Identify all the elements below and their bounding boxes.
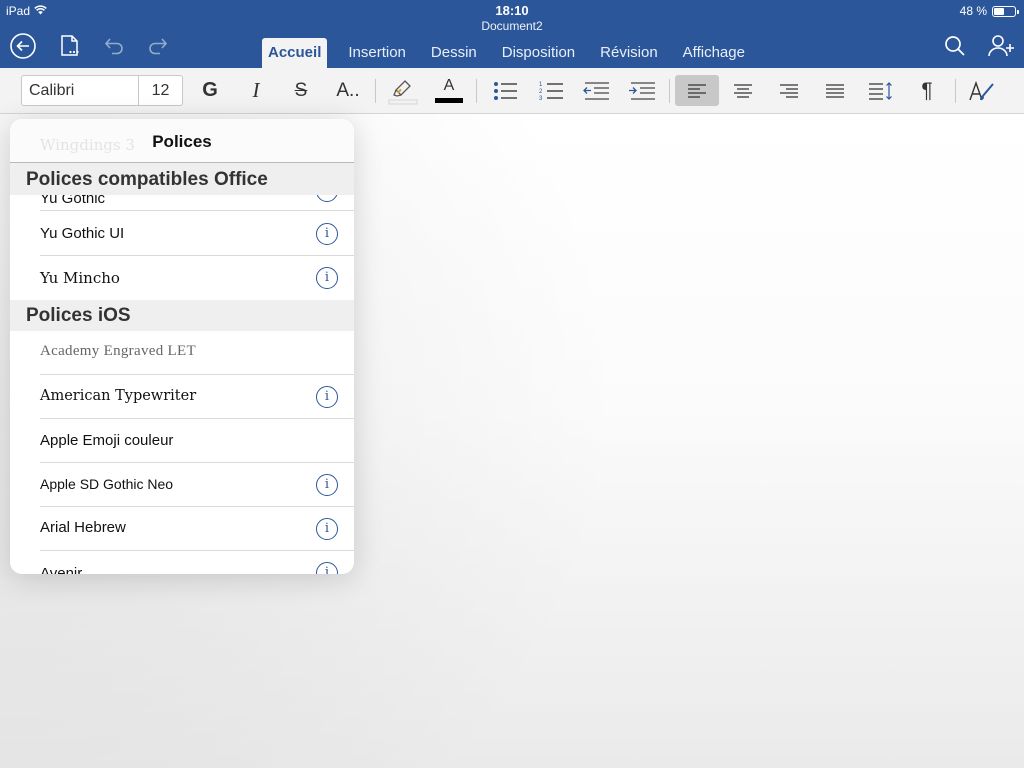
align-right-icon [780, 83, 798, 98]
section-header-office: Polices compatibles Office [10, 163, 354, 195]
indent-icon [629, 81, 655, 100]
section-title: Polices compatibles Office [26, 169, 268, 190]
font-name: Yu Gothic [40, 194, 106, 207]
line-spacing-icon [869, 81, 892, 100]
show-formatting-button[interactable]: ¶ [907, 75, 947, 106]
status-time: 18:10 [495, 3, 529, 18]
font-name-field[interactable]: Calibri [22, 76, 139, 105]
ribbon-divider [375, 79, 376, 103]
font-name: Apple Emoji couleur [40, 432, 174, 449]
font-name: Yu Gothic UI [40, 225, 125, 242]
outdent-icon [583, 81, 609, 100]
tab-insertion[interactable]: Insertion [336, 38, 418, 68]
redo-button[interactable] [146, 34, 170, 58]
tab-affichage[interactable]: Affichage [671, 38, 757, 68]
tab-dessin[interactable]: Dessin [419, 38, 489, 68]
popover-title: Polices [152, 132, 212, 151]
align-left-icon [688, 83, 706, 98]
tab-accueil[interactable]: Accueil [262, 38, 328, 68]
svg-text:3: 3 [539, 96, 543, 102]
justify-icon [826, 83, 844, 98]
undo-button[interactable] [102, 34, 126, 58]
styles-brush-icon [969, 80, 994, 100]
battery-fill [994, 7, 1004, 15]
file-icon [61, 35, 79, 56]
info-icon[interactable]: i [316, 223, 338, 245]
ribbon-tabs: Accueil Insertion Dessin Disposition Rév… [262, 38, 758, 68]
back-button[interactable] [9, 32, 37, 60]
font-name: Academy Engraved LET [40, 343, 196, 359]
info-icon[interactable]: i [316, 386, 338, 408]
document-title: Document2 [481, 19, 543, 33]
highlight-button[interactable] [383, 75, 423, 106]
align-center-button[interactable] [723, 75, 763, 106]
font-row-arial-hebrew[interactable]: Arial Hebrew i [40, 507, 354, 551]
svg-text:1: 1 [539, 82, 543, 88]
tab-revision[interactable]: Révision [588, 38, 670, 68]
align-left-button[interactable] [675, 75, 719, 106]
font-name: Arial Hebrew [40, 519, 126, 536]
info-icon[interactable]: i [316, 518, 338, 540]
search-icon [945, 36, 965, 56]
font-size-field[interactable]: 12 [139, 76, 182, 105]
back-arrow-icon [10, 33, 36, 59]
info-icon[interactable]: i [316, 562, 338, 574]
font-color-letter: A [443, 77, 455, 94]
numbered-list-icon: 123 [539, 82, 563, 102]
font-row-yu-mincho[interactable]: Yu Mincho i [40, 256, 354, 300]
section-title: Polices iOS [26, 305, 131, 326]
search-button[interactable] [943, 34, 967, 58]
font-row-academy-engraved[interactable]: Academy Engraved LET [40, 331, 354, 375]
add-person-icon [988, 35, 1014, 57]
bold-button[interactable]: G [190, 75, 230, 106]
font-name: Avenir [40, 565, 83, 574]
font-name: American Typewriter [40, 388, 197, 404]
font-row-avenir[interactable]: Avenir i [40, 551, 354, 574]
svg-text:2: 2 [539, 89, 543, 95]
italic-button[interactable]: I [236, 75, 276, 106]
ribbon-toolbar: Calibri 12 G I S A.. A 123 ¶ [0, 68, 1024, 114]
file-menu-button[interactable] [58, 33, 82, 59]
font-row-american-typewriter[interactable]: American Typewriter i [40, 375, 354, 419]
font-selector: Calibri 12 [21, 75, 183, 106]
tab-disposition[interactable]: Disposition [490, 38, 587, 68]
ribbon-divider [955, 79, 956, 103]
font-name: Yu Mincho [40, 269, 120, 287]
font-color-swatch [435, 98, 463, 103]
fonts-popover: Wingdings 3 Polices Yu Gothic i Polices … [10, 119, 354, 574]
bullets-button[interactable] [485, 75, 525, 106]
decrease-indent-button[interactable] [576, 75, 616, 106]
undo-icon [104, 38, 123, 55]
share-button[interactable] [986, 33, 1016, 59]
info-icon[interactable]: i [316, 267, 338, 289]
info-icon[interactable]: i [316, 474, 338, 496]
ribbon-divider [476, 79, 477, 103]
align-center-icon [734, 83, 752, 98]
section-header-ios: Polices iOS [10, 300, 354, 331]
align-right-button[interactable] [769, 75, 809, 106]
font-row-apple-emoji[interactable]: Apple Emoji couleur [40, 419, 354, 463]
popover-header: Wingdings 3 Polices [10, 119, 354, 163]
info-icon[interactable]: i [316, 194, 338, 202]
font-color-button[interactable]: A [429, 75, 469, 106]
bullet-list-icon [494, 81, 517, 100]
strikethrough-button[interactable]: S [281, 75, 321, 106]
battery-icon [992, 5, 1019, 17]
highlighter-icon [388, 79, 418, 104]
font-row-yu-gothic[interactable]: Yu Gothic i [40, 194, 354, 211]
battery-percent: 48 % [959, 4, 987, 18]
increase-indent-button[interactable] [622, 75, 662, 106]
redo-icon [149, 38, 168, 55]
styles-button[interactable] [962, 75, 1002, 106]
text-effects-button[interactable]: A.. [328, 75, 368, 106]
font-row-yu-gothic-ui[interactable]: Yu Gothic UI i [40, 212, 354, 256]
ribbon-divider [669, 79, 670, 103]
font-name: Apple SD Gothic Neo [40, 476, 174, 492]
justify-button[interactable] [815, 75, 855, 106]
status-right: 48 % [959, 4, 1019, 18]
title-bar: iPad 18:10 Document2 48 % Accueil Insert… [0, 0, 1024, 68]
line-spacing-button[interactable] [861, 75, 901, 106]
numbering-button[interactable]: 123 [531, 75, 571, 106]
font-row-apple-sd-gothic[interactable]: Apple SD Gothic Neo i [40, 463, 354, 507]
